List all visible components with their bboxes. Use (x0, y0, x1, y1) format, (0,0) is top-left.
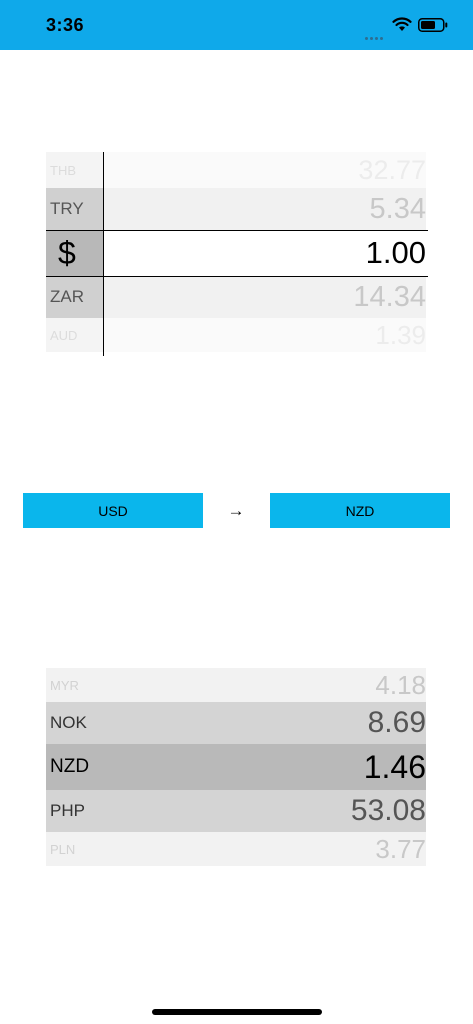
result-row-php[interactable]: PHP 53.08 (46, 790, 426, 832)
result-row-code: NZD (50, 756, 90, 777)
status-bar: 3:36 (0, 0, 473, 50)
amount-input[interactable]: 1.00 (366, 230, 426, 276)
status-time: 3:36 (46, 15, 85, 35)
result-row-value: 8.69 (367, 706, 426, 739)
picker-divider (103, 152, 104, 356)
result-row-value: 3.77 (375, 833, 426, 864)
from-currency-button[interactable]: USD (23, 493, 203, 528)
result-currency-picker[interactable]: MYR 4.18 NOK 8.69 NZD 1.46 PHP 53.08 PLN… (46, 668, 426, 866)
source-row-value: 1.39 (375, 319, 426, 350)
selection-line-bottom (46, 276, 428, 277)
wifi-icon (392, 17, 412, 31)
result-row-code: MYR (50, 677, 79, 693)
selection-line-top (46, 230, 428, 231)
result-row-selected[interactable]: NZD 1.46 (46, 744, 426, 790)
result-row-value: 4.18 (375, 669, 426, 700)
source-row-value: 5.34 (369, 192, 426, 225)
source-row-value: 14.34 (353, 280, 426, 313)
battery-icon (418, 18, 448, 32)
source-row-code: ZAR (46, 276, 103, 318)
result-row-myr[interactable]: MYR 4.18 (46, 668, 426, 702)
to-currency-button[interactable]: NZD (270, 493, 450, 528)
source-row-code: TRY (46, 188, 103, 230)
currency-symbol: $ (46, 230, 103, 276)
home-indicator[interactable] (152, 1009, 322, 1015)
result-row-code: NOK (50, 713, 87, 732)
source-row-value: 32.77 (358, 154, 426, 185)
source-row-code: THB (46, 152, 103, 188)
source-row-code: AUD (46, 318, 103, 352)
result-row-pln[interactable]: PLN 3.77 (46, 832, 426, 866)
arrow-right-icon: → (227, 501, 245, 520)
result-row-code: PLN (50, 841, 76, 857)
converted-amount: 1.46 (363, 748, 426, 785)
result-row-nok[interactable]: NOK 8.69 (46, 702, 426, 744)
cellular-signal-icon (365, 27, 387, 40)
result-row-code: PHP (50, 801, 85, 820)
result-row-value: 53.08 (350, 794, 426, 827)
source-currency-picker[interactable]: THB 32.77 TRY 5.34 $ 1.00 ZAR 14.34 AUD … (46, 152, 428, 356)
